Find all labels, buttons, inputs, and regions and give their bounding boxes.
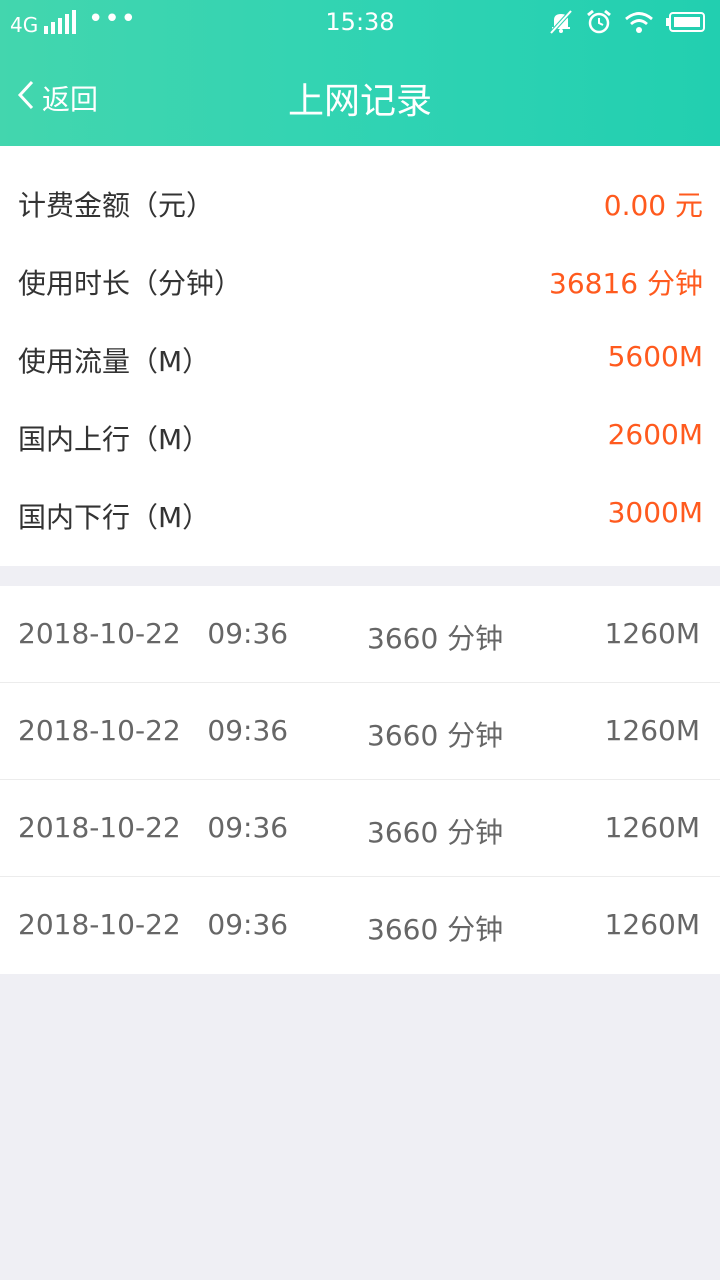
- alarm-icon: [586, 9, 612, 41]
- record-list: 2018-10-22 09:36 3660 分钟 1260M 2018-10-2…: [0, 586, 720, 974]
- summary-label: 使用流量（M）: [18, 345, 211, 378]
- summary-label: 国内下行（M）: [18, 501, 211, 534]
- summary-row-upload: 国内上行（M） 2600M: [0, 398, 720, 476]
- list-item[interactable]: 2018-10-22 09:36 3660 分钟 1260M: [0, 683, 720, 780]
- record-duration: 3660 分钟: [367, 816, 504, 849]
- summary-value: 0.00 元: [603, 189, 703, 222]
- summary-value: 5600M: [607, 340, 703, 373]
- record-duration: 3660 分钟: [367, 913, 504, 946]
- record-duration: 3660 分钟: [367, 622, 504, 655]
- nav-bar: 返回 上网记录: [0, 48, 720, 146]
- header-bar: 4G ••• 15:38 返回 上网记录: [0, 0, 720, 146]
- record-flow: 1260M: [604, 811, 700, 844]
- record-flow: 1260M: [604, 617, 700, 650]
- summary-label: 计费金额（元）: [18, 189, 215, 222]
- battery-icon: [666, 12, 706, 38]
- summary-row-duration: 使用时长（分钟） 36816 分钟: [0, 242, 720, 320]
- list-item[interactable]: 2018-10-22 09:36 3660 分钟 1260M: [0, 586, 720, 683]
- record-flow: 1260M: [604, 714, 700, 747]
- wifi-icon: [624, 10, 654, 40]
- summary-label: 使用时长（分钟）: [18, 267, 243, 300]
- record-datetime: 2018-10-22 09:36: [18, 811, 289, 844]
- list-item[interactable]: 2018-10-22 09:36 3660 分钟 1260M: [0, 780, 720, 877]
- record-datetime: 2018-10-22 09:36: [18, 617, 289, 650]
- record-duration: 3660 分钟: [367, 719, 504, 752]
- summary-row-download: 国内下行（M） 3000M: [0, 476, 720, 554]
- record-flow: 1260M: [604, 908, 700, 941]
- summary-value: 3000M: [607, 496, 703, 529]
- record-datetime: 2018-10-22 09:36: [18, 714, 289, 747]
- summary-value: 36816 分钟: [549, 267, 703, 300]
- mute-icon: [548, 9, 574, 41]
- summary-label: 国内上行（M）: [18, 423, 211, 456]
- summary-row-fee: 计费金额（元） 0.00 元: [0, 164, 720, 242]
- status-bar: 4G ••• 15:38: [0, 0, 720, 48]
- page-title: 上网记录: [287, 81, 432, 122]
- summary-value: 2600M: [607, 418, 703, 451]
- list-item[interactable]: 2018-10-22 09:36 3660 分钟 1260M: [0, 877, 720, 974]
- usage-summary: 计费金额（元） 0.00 元 使用时长（分钟） 36816 分钟 使用流量（M）…: [0, 146, 720, 566]
- record-datetime: 2018-10-22 09:36: [18, 908, 289, 941]
- summary-row-traffic: 使用流量（M） 5600M: [0, 320, 720, 398]
